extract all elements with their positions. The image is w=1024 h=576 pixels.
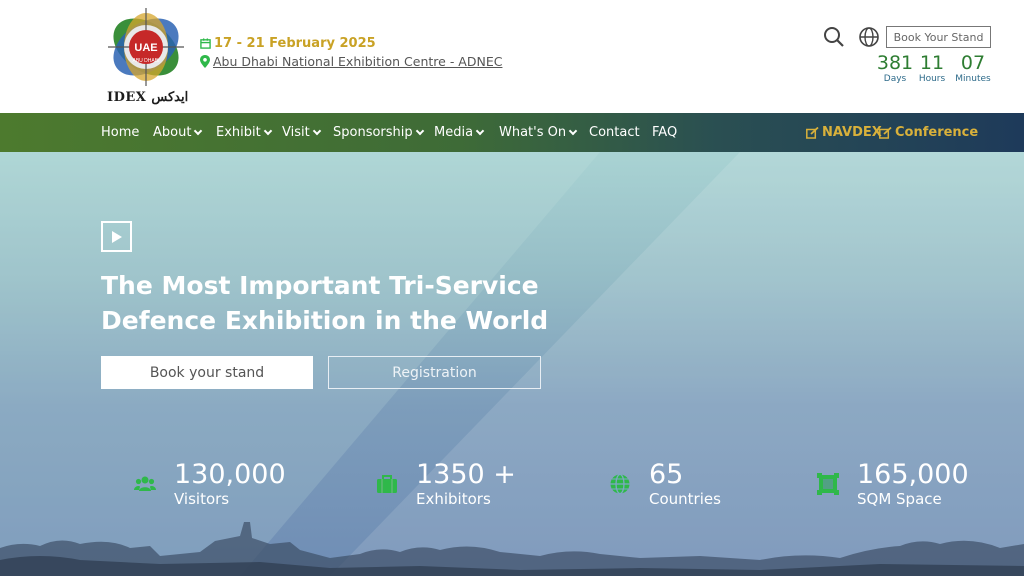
map-pin-icon: [200, 55, 210, 68]
nav-item-exhibit[interactable]: Exhibit: [216, 113, 272, 152]
nav-item-conference[interactable]: Conference: [879, 113, 978, 152]
countdown-minutes-label: Minutes: [955, 74, 991, 84]
countdown-minutes: 07 Minutes: [953, 52, 993, 84]
conference-label: Conference: [895, 125, 979, 140]
play-icon: [111, 230, 122, 243]
chevron-down-icon: [194, 126, 203, 136]
nav-item-label: Media: [434, 125, 474, 140]
nav-item-contact[interactable]: Contact: [589, 113, 640, 152]
nav-item-label: Home: [101, 125, 140, 140]
event-info: 17 - 21 February 2025 Abu Dhabi National…: [200, 36, 502, 69]
nav-item-visit[interactable]: Visit: [282, 113, 321, 152]
nav-item-label: Exhibit: [216, 125, 261, 140]
registration-button[interactable]: Registration: [328, 356, 541, 389]
nav-item-about[interactable]: About: [153, 113, 203, 152]
countdown-hours: 11 Hours: [916, 52, 948, 84]
nav-item-label: About: [153, 125, 192, 140]
chevron-down-icon: [568, 126, 578, 136]
event-date-text: 17 - 21 February 2025: [214, 36, 376, 51]
search-icon[interactable]: [823, 26, 845, 48]
countdown-days-value: 381: [876, 52, 914, 74]
logo-badge-text: UAE: [134, 42, 157, 54]
hero-title-line1: The Most Important Tri-Service: [101, 271, 539, 300]
logo-sub-text: ABU DHABI: [133, 58, 160, 64]
nav-item-label: Sponsorship: [333, 125, 413, 140]
navdex-label: NAVDEX: [822, 125, 882, 140]
countdown-days-label: Days: [883, 74, 907, 84]
chevron-down-icon: [475, 126, 485, 136]
book-your-stand-hero-button[interactable]: Book your stand: [101, 356, 313, 389]
hero-section: The Most Important Tri-Service Defence E…: [0, 152, 1024, 576]
countdown-hours-label: Hours: [918, 74, 946, 84]
nav-item-label: Visit: [282, 125, 310, 140]
nav-item-label: Contact: [589, 125, 640, 140]
globe-language-icon[interactable]: [858, 26, 880, 48]
skyline-silhouette: [0, 522, 1024, 576]
nav-item-media[interactable]: Media: [434, 113, 485, 152]
site-header: UAE ABU DHABI IDEX ايدكس 17 - 21 Februar…: [0, 0, 1024, 113]
external-edit-icon: [879, 126, 892, 139]
logo-wordmark: IDEX ايدكس: [107, 90, 189, 105]
external-edit-icon: [806, 126, 819, 139]
chevron-down-icon: [415, 126, 424, 136]
hero-title-line2: Defence Exhibition in the World: [101, 306, 549, 335]
calendar-icon: [200, 38, 211, 49]
nav-item-faq[interactable]: FAQ: [652, 113, 677, 152]
book-your-stand-button[interactable]: Book Your Stand: [886, 26, 991, 48]
event-venue-link[interactable]: Abu Dhabi National Exhibition Centre - A…: [213, 54, 502, 69]
nav-item-label: FAQ: [652, 125, 678, 140]
logo-emblem-icon: UAE ABU DHABI: [108, 8, 184, 86]
countdown-minutes-value: 07: [960, 52, 986, 74]
nav-item-sponsorship[interactable]: Sponsorship: [333, 113, 424, 152]
nav-item-label: What's On: [499, 125, 567, 140]
event-venue[interactable]: Abu Dhabi National Exhibition Centre - A…: [200, 54, 502, 69]
hero-title: The Most Important Tri-Service Defence E…: [101, 268, 581, 338]
nav-item-home[interactable]: Home: [101, 113, 139, 152]
countdown-hours-value: 11: [919, 52, 945, 74]
nav-item-whats-on[interactable]: What's On: [499, 113, 578, 152]
play-video-button[interactable]: [101, 221, 132, 252]
countdown-days: 381 Days: [876, 52, 914, 84]
idex-logo[interactable]: UAE ABU DHABI IDEX ايدكس: [103, 6, 189, 106]
event-date: 17 - 21 February 2025: [200, 36, 502, 51]
chevron-down-icon: [312, 126, 321, 136]
chevron-down-icon: [263, 126, 272, 136]
main-nav: Home About Exhibit Visit Sponsorship Med…: [0, 113, 1024, 152]
nav-item-navdex[interactable]: NAVDEX: [806, 113, 882, 152]
